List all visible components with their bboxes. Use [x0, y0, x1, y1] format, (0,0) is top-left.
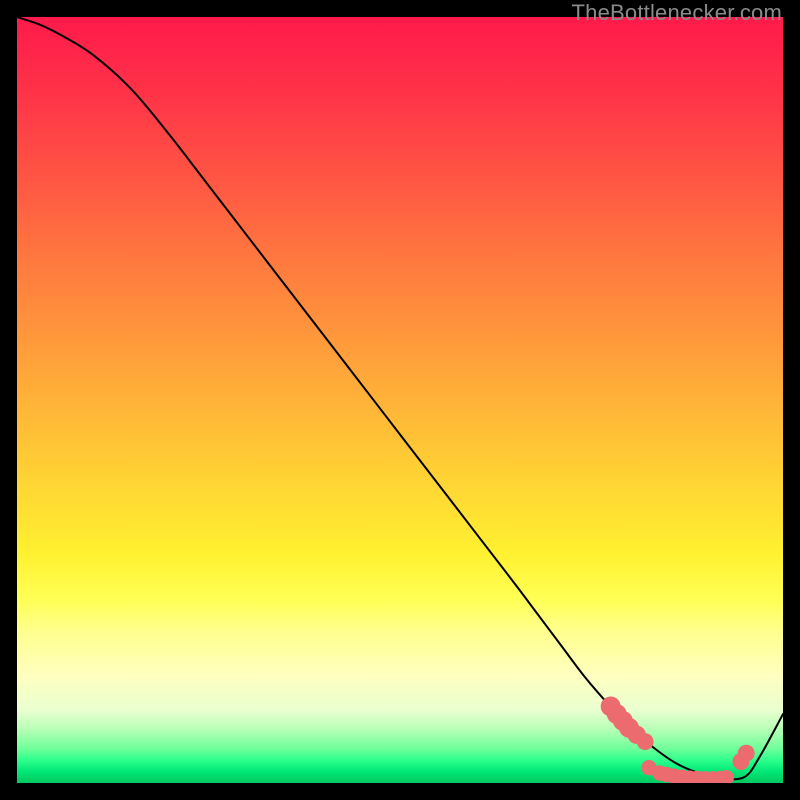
- chart-svg: [17, 17, 783, 783]
- curve-marker: [738, 745, 755, 762]
- watermark-label: TheBottlenecker.com: [572, 0, 782, 26]
- chart-stage: TheBottlenecker.com: [0, 0, 800, 800]
- gradient-background: [17, 17, 783, 783]
- plot-area: [17, 17, 783, 783]
- curve-marker: [637, 733, 654, 750]
